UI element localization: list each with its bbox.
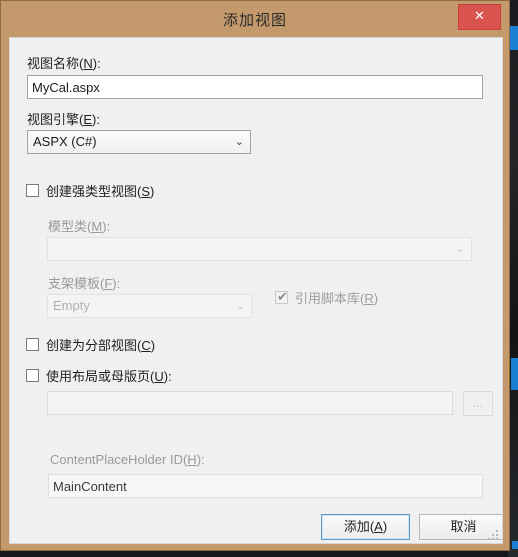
add-view-dialog: 添加视图 ✕ 视图名称(N): 视图引擎(E): ASPX (C#) ⌄ 创建强… xyxy=(0,0,510,551)
close-icon[interactable]: ✕ xyxy=(458,4,501,30)
checkbox-box xyxy=(26,184,39,197)
scaffold-template-label: 支架模板(F): xyxy=(48,276,121,291)
dialog-title: 添加视图 xyxy=(222,12,287,29)
model-class-label: 模型类(M): xyxy=(48,219,111,234)
add-button[interactable]: 添加(A) xyxy=(321,514,410,540)
reference-script-libraries-checkbox[interactable]: ✔ 引用脚本库(R) xyxy=(275,288,378,307)
layout-path-input[interactable] xyxy=(47,391,453,415)
desktop-accent-2 xyxy=(511,358,518,390)
scaffold-template-value: Empty xyxy=(53,298,90,313)
content-placeholder-input[interactable] xyxy=(48,474,483,498)
view-engine-label: 视图引擎(E): xyxy=(27,112,100,127)
chevron-down-icon: ⌄ xyxy=(235,300,245,312)
use-layout-label: 使用布局或母版页(U): xyxy=(46,369,172,384)
dialog-titlebar[interactable]: 添加视图 ✕ xyxy=(1,1,509,37)
dialog-body: 视图名称(N): 视图引擎(E): ASPX (C#) ⌄ 创建强类型视图(S)… xyxy=(9,37,503,544)
content-placeholder-label: ContentPlaceHolder ID(H): xyxy=(50,452,205,467)
reference-script-libraries-label: 引用脚本库(R) xyxy=(295,291,379,306)
model-class-select[interactable]: ⌄ xyxy=(47,237,472,261)
view-engine-value: ASPX (C#) xyxy=(33,134,97,149)
create-as-partial-checkbox[interactable]: 创建为分部视图(C) xyxy=(26,335,155,354)
use-layout-checkbox[interactable]: 使用布局或母版页(U): xyxy=(26,366,172,385)
desktop-accent-3 xyxy=(512,541,518,549)
view-name-label: 视图名称(N): xyxy=(27,56,101,71)
check-icon: ✔ xyxy=(277,289,288,304)
browse-layout-button[interactable]: ... xyxy=(463,391,493,416)
resize-grip[interactable] xyxy=(487,529,499,541)
checkbox-box xyxy=(26,369,39,382)
desktop-accent-1 xyxy=(510,26,518,50)
scaffold-template-select[interactable]: Empty ⌄ xyxy=(47,294,252,318)
view-engine-select[interactable]: ASPX (C#) ⌄ xyxy=(27,130,251,154)
chevron-down-icon: ⌄ xyxy=(234,136,244,148)
checkbox-box: ✔ xyxy=(275,289,288,304)
strongly-typed-label: 创建强类型视图(S) xyxy=(46,184,155,199)
checkbox-box xyxy=(26,338,39,351)
chevron-down-icon: ⌄ xyxy=(455,243,465,255)
strongly-typed-checkbox[interactable]: 创建强类型视图(S) xyxy=(26,181,154,200)
create-as-partial-label: 创建为分部视图(C) xyxy=(46,338,156,353)
view-name-input[interactable] xyxy=(27,75,483,99)
